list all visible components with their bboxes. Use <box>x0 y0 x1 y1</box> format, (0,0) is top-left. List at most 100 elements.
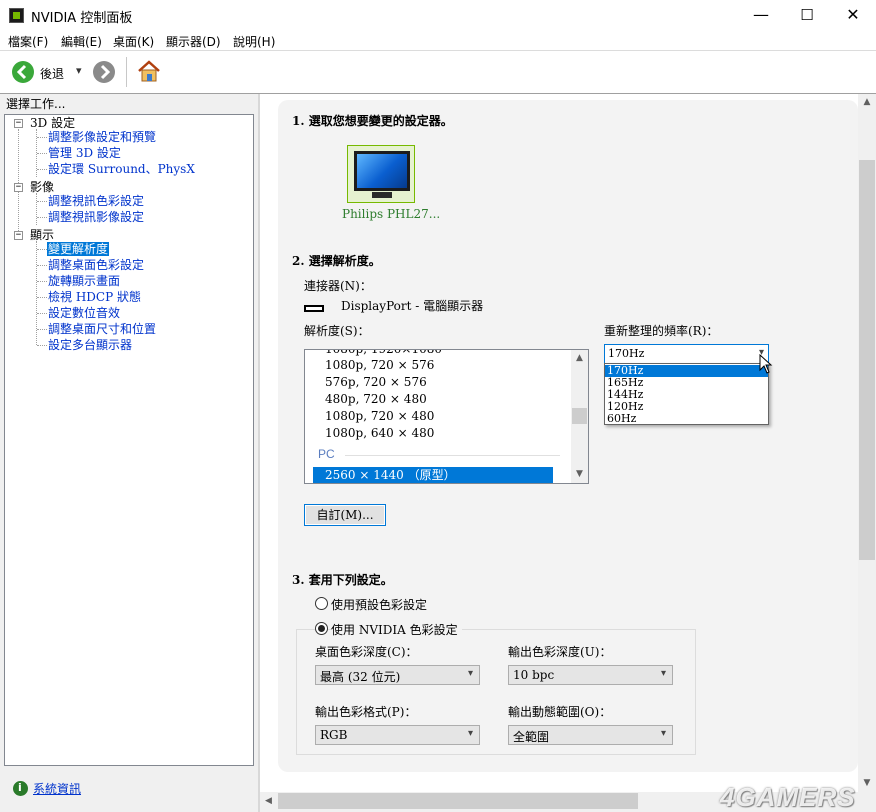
content-area: 1. 選取您想要變更的設定器。 Philips PHL27... 2. 選擇解析… <box>260 94 858 792</box>
menu-edit[interactable]: 編輯(E) <box>61 33 102 50</box>
step2-title: 2. 選擇解析度。 <box>292 254 381 268</box>
list-item[interactable]: 480p, 720 × 480 <box>325 391 427 407</box>
refresh-rate-label: 重新整理的頻率(R)： <box>604 324 719 338</box>
output-dynamic-range-select[interactable]: 全範圍 ▾ <box>508 725 673 745</box>
back-arrow-icon[interactable] <box>12 61 34 83</box>
maximize-button[interactable]: ☐ <box>784 0 830 30</box>
scroll-thumb[interactable] <box>859 160 875 560</box>
menu-desktop[interactable]: 桌面(K) <box>113 33 154 50</box>
tree-connector <box>37 297 47 298</box>
resolution-list-scrollbar[interactable]: ▲ ▼ <box>571 350 588 483</box>
scroll-up-icon[interactable]: ▲ <box>858 94 876 111</box>
tree-item-video-image[interactable]: 調整視訊影像設定 <box>48 209 144 225</box>
tree-item-adjust-image-settings[interactable]: 調整影像設定和預覽 <box>48 129 156 145</box>
list-group-divider <box>345 455 560 456</box>
tree-item-surround-physx[interactable]: 設定環 Surround、PhysX <box>48 161 195 177</box>
tree-connector <box>37 201 47 202</box>
toolbar: 後退 ▾ <box>0 50 876 94</box>
tree-item-hdcp-status[interactable]: 檢視 HDCP 狀態 <box>48 289 141 305</box>
output-color-format-value: RGB <box>320 728 348 742</box>
scroll-thumb[interactable] <box>572 408 587 424</box>
minimize-button[interactable]: — <box>738 0 784 30</box>
tree-item-video-color[interactable]: 調整視訊色彩設定 <box>48 193 144 209</box>
tree-item-digital-audio[interactable]: 設定數位音效 <box>48 305 120 321</box>
mouse-cursor-icon <box>759 354 773 374</box>
refresh-rate-dropdown[interactable]: 170Hz 165Hz 144Hz 120Hz 60Hz <box>604 363 769 425</box>
tree-connector <box>37 281 47 282</box>
scroll-left-icon[interactable]: ◀ <box>260 792 277 810</box>
home-icon[interactable] <box>136 58 162 84</box>
collapse-toggle-image[interactable]: − <box>14 183 23 192</box>
display-selector-philips[interactable] <box>347 145 415 203</box>
system-info-link[interactable]: 系統資訊 <box>33 780 81 797</box>
tree-item-change-resolution[interactable]: 變更解析度 <box>47 241 110 257</box>
refresh-rate-select[interactable]: 170Hz ▾ <box>604 344 769 364</box>
step3-title: 3. 套用下列設定。 <box>292 573 393 587</box>
radio-nvidia-color-label[interactable]: 使用 NVIDIA 色彩設定 <box>331 621 462 638</box>
radio-default-color[interactable] <box>315 597 328 610</box>
scroll-thumb[interactable] <box>278 793 638 809</box>
tree-connector <box>37 153 47 154</box>
resolution-label: 解析度(S)： <box>304 324 370 338</box>
connector-value: DisplayPort - 電腦顯示器 <box>341 299 484 313</box>
output-color-format-select[interactable]: RGB ▾ <box>315 725 480 745</box>
chevron-down-icon: ▾ <box>467 668 473 679</box>
info-icon <box>13 781 28 796</box>
settings-card: 1. 選取您想要變更的設定器。 Philips PHL27... 2. 選擇解析… <box>278 100 858 772</box>
dropdown-option[interactable]: 60Hz <box>605 413 768 425</box>
list-item[interactable]: 1080p, 720 × 576 <box>325 357 434 373</box>
title-bar: NVIDIA 控制面板 — ☐ ✕ <box>0 0 876 30</box>
tree-connector <box>37 313 47 314</box>
tree-item-manage-3d-settings[interactable]: 管理 3D 設定 <box>48 145 121 161</box>
watermark: 4GAMERS <box>720 782 856 812</box>
collapse-toggle-3d[interactable]: − <box>14 119 23 128</box>
monitor-stand <box>372 192 392 198</box>
close-button[interactable]: ✕ <box>830 0 876 30</box>
collapse-toggle-display[interactable]: − <box>14 231 23 240</box>
back-history-dropdown-icon[interactable]: ▾ <box>76 64 82 77</box>
menu-help[interactable]: 說明(H) <box>233 33 275 50</box>
scroll-up-icon[interactable]: ▲ <box>571 350 588 367</box>
custom-resolution-button[interactable]: 自訂(M)... <box>304 504 386 526</box>
radio-default-color-label[interactable]: 使用預設色彩設定 <box>331 596 427 613</box>
tree-item-rotate-display[interactable]: 旋轉顯示畫面 <box>48 273 120 289</box>
content-vertical-scrollbar[interactable]: ▲ ▼ <box>858 94 876 792</box>
toolbar-separator <box>126 57 127 87</box>
tree-item-label-selected: 變更解析度 <box>47 242 110 256</box>
resolution-list[interactable]: 1080p, 1920×1080 1080p, 720 × 576 576p, … <box>304 349 589 484</box>
list-group-pc: PC <box>318 447 335 461</box>
tree-connector <box>37 137 47 138</box>
connector-label: 連接器(N)： <box>304 279 372 293</box>
tree-item-multiple-displays[interactable]: 設定多台顯示器 <box>48 337 132 353</box>
menu-display[interactable]: 顯示器(D) <box>166 33 221 50</box>
tree-item-desktop-size-position[interactable]: 調整桌面尺寸和位置 <box>48 321 156 337</box>
tree-connector <box>37 217 47 218</box>
tree-connector <box>37 265 47 266</box>
back-label[interactable]: 後退 <box>40 65 64 82</box>
list-item[interactable]: 1080p, 720 × 480 <box>325 408 434 424</box>
output-color-depth-select[interactable]: 10 bpc ▾ <box>508 665 673 685</box>
display-name[interactable]: Philips PHL27... <box>342 207 440 221</box>
desktop-color-depth-select[interactable]: 最高 (32 位元) ▾ <box>315 665 480 685</box>
list-item[interactable]: 1080p, 640 × 480 <box>325 425 434 441</box>
output-dynamic-range-label: 輸出動態範圍(O)： <box>508 705 612 719</box>
list-item[interactable]: 1080p, 1920×1080 <box>325 350 442 357</box>
desktop-color-depth-label: 桌面色彩深度(C)： <box>315 645 418 659</box>
output-dynamic-range-value: 全範圍 <box>513 730 550 744</box>
output-color-depth-label: 輸出色彩深度(U)： <box>508 645 612 659</box>
chevron-down-icon: ▾ <box>660 668 666 679</box>
output-color-depth-value: 10 bpc <box>513 668 555 682</box>
list-item[interactable]: 576p, 720 × 576 <box>325 374 427 390</box>
forward-arrow-icon[interactable] <box>93 61 115 83</box>
tree-item-desktop-color[interactable]: 調整桌面色彩設定 <box>48 257 144 273</box>
menu-file[interactable]: 檔案(F) <box>8 33 48 50</box>
chevron-down-icon: ▾ <box>660 728 666 739</box>
window-title: NVIDIA 控制面板 <box>31 11 133 26</box>
scroll-down-icon[interactable]: ▼ <box>858 775 876 792</box>
radio-nvidia-color[interactable] <box>315 622 328 635</box>
scroll-down-icon[interactable]: ▼ <box>571 466 588 483</box>
displayport-icon <box>304 305 324 312</box>
tree-connector <box>36 193 37 225</box>
list-item-selected[interactable]: 2560 × 1440 （原型） <box>313 467 553 483</box>
chevron-down-icon: ▾ <box>467 728 473 739</box>
